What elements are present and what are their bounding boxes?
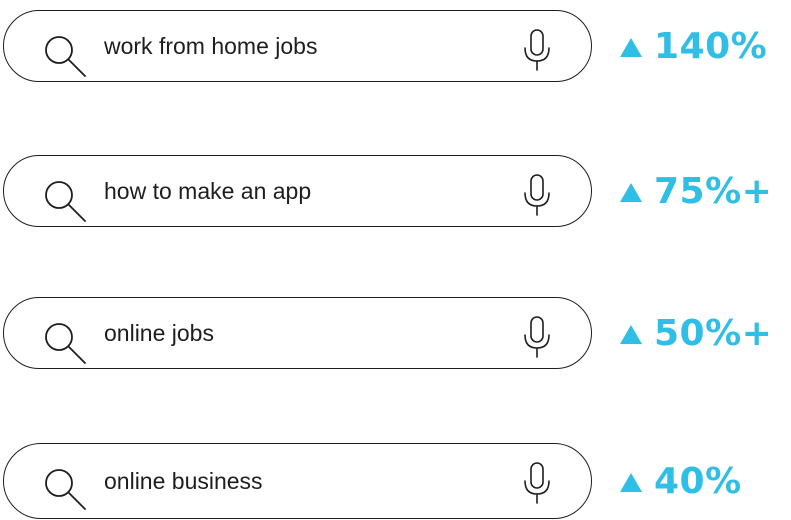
trend-indicator: 50%+ [620,297,772,369]
up-arrow-icon [620,37,642,57]
trend-indicator: 40% [620,443,742,519]
search-row: online business 40% [0,443,791,519]
search-bar[interactable]: how to make an app [3,155,592,227]
search-query: how to make an app [104,177,312,204]
mic-icon[interactable] [522,174,552,216]
search-query: online business [104,467,263,494]
search-query: online jobs [104,319,214,346]
search-row: online jobs 50%+ [0,297,791,373]
search-trends-panel: work from home jobs 140% how to make an … [0,0,791,520]
trend-indicator: 75%+ [620,155,772,227]
up-arrow-icon [620,472,642,492]
up-arrow-icon [620,324,642,344]
search-bar[interactable]: online jobs [3,297,592,369]
trend-value: 140% [654,25,768,67]
mic-icon[interactable] [522,462,552,504]
search-icon [45,36,86,77]
trend-value: 75%+ [654,170,773,212]
mic-icon[interactable] [522,29,552,71]
search-bar[interactable]: online business [3,443,592,519]
search-icon [45,323,86,364]
up-arrow-icon [620,182,642,202]
search-icon [45,181,86,222]
search-row: how to make an app 75%+ [0,155,791,231]
search-row: work from home jobs 140% [0,10,791,86]
trend-indicator: 140% [620,10,767,82]
trend-value: 40% [654,460,742,502]
search-query: work from home jobs [104,32,318,59]
search-icon [45,469,86,510]
trend-value: 50%+ [654,312,773,354]
mic-icon[interactable] [522,316,552,358]
search-bar[interactable]: work from home jobs [3,10,592,82]
